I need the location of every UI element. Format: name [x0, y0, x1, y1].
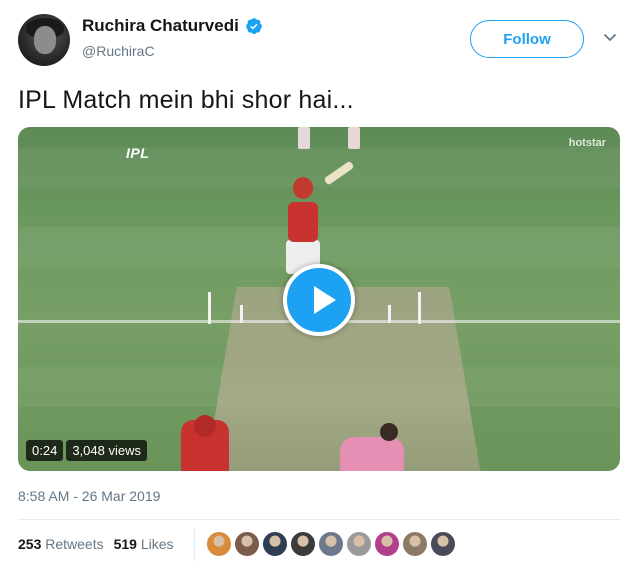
author-avatar[interactable]: [18, 14, 70, 66]
tweet-timestamp[interactable]: 8:58 AM - 26 Mar 2019: [18, 488, 160, 504]
liker-avatar-3[interactable]: [262, 531, 288, 557]
likes-count: 519: [113, 536, 137, 552]
liker-avatar-4[interactable]: [290, 531, 316, 557]
bowler: [340, 437, 404, 471]
liker-avatar-6[interactable]: [346, 531, 372, 557]
broadcaster-logo: hotstar: [568, 137, 606, 149]
stats-separator: [194, 528, 195, 562]
far-player: [348, 127, 360, 149]
stump: [208, 292, 211, 324]
liker-avatars: [206, 531, 456, 557]
likes-stat[interactable]: 519 Likes: [114, 536, 174, 552]
liker-avatar-2[interactable]: [234, 531, 260, 557]
video-player[interactable]: IPL hotstar 0:24 3,048 views: [18, 127, 620, 471]
video-meta: 0:24 3,048 views: [26, 440, 147, 461]
chevron-down-icon[interactable]: [604, 34, 616, 42]
fielder-left-helmet: [194, 415, 216, 437]
field-stripe: [18, 147, 620, 187]
play-icon: [314, 286, 336, 314]
stump: [418, 292, 421, 324]
avatar-face: [34, 26, 56, 54]
retweets-count: 253: [18, 536, 42, 552]
play-button[interactable]: [283, 264, 355, 336]
divider: [18, 519, 620, 520]
author-handle[interactable]: @RuchiraC: [82, 43, 155, 59]
stump: [240, 305, 243, 323]
author-name-row[interactable]: Ruchira Chaturvedi: [82, 16, 263, 36]
author-display-name[interactable]: Ruchira Chaturvedi: [82, 16, 239, 36]
retweets-stat[interactable]: 253 Retweets: [18, 536, 104, 552]
follow-button[interactable]: Follow: [470, 20, 584, 58]
batsman-body: [288, 202, 318, 242]
tweet-stats: 253 Retweets 519 Likes: [18, 536, 174, 552]
liker-avatar-1[interactable]: [206, 531, 232, 557]
video-duration: 0:24: [26, 440, 64, 461]
batsman-helmet: [293, 177, 313, 199]
liker-avatar-8[interactable]: [402, 531, 428, 557]
verified-badge-icon: [245, 18, 262, 35]
tweet-text: IPL Match mein bhi shor hai...: [18, 86, 354, 114]
liker-avatar-9[interactable]: [430, 531, 456, 557]
bowler-head: [380, 423, 398, 441]
liker-avatar-5[interactable]: [318, 531, 344, 557]
liker-avatar-7[interactable]: [374, 531, 400, 557]
retweets-label: Retweets: [45, 536, 104, 552]
stump: [388, 305, 391, 323]
likes-label: Likes: [140, 536, 174, 552]
ipl-logo: IPL: [126, 145, 150, 161]
video-views: 3,048 views: [66, 440, 147, 461]
far-player: [298, 127, 310, 149]
